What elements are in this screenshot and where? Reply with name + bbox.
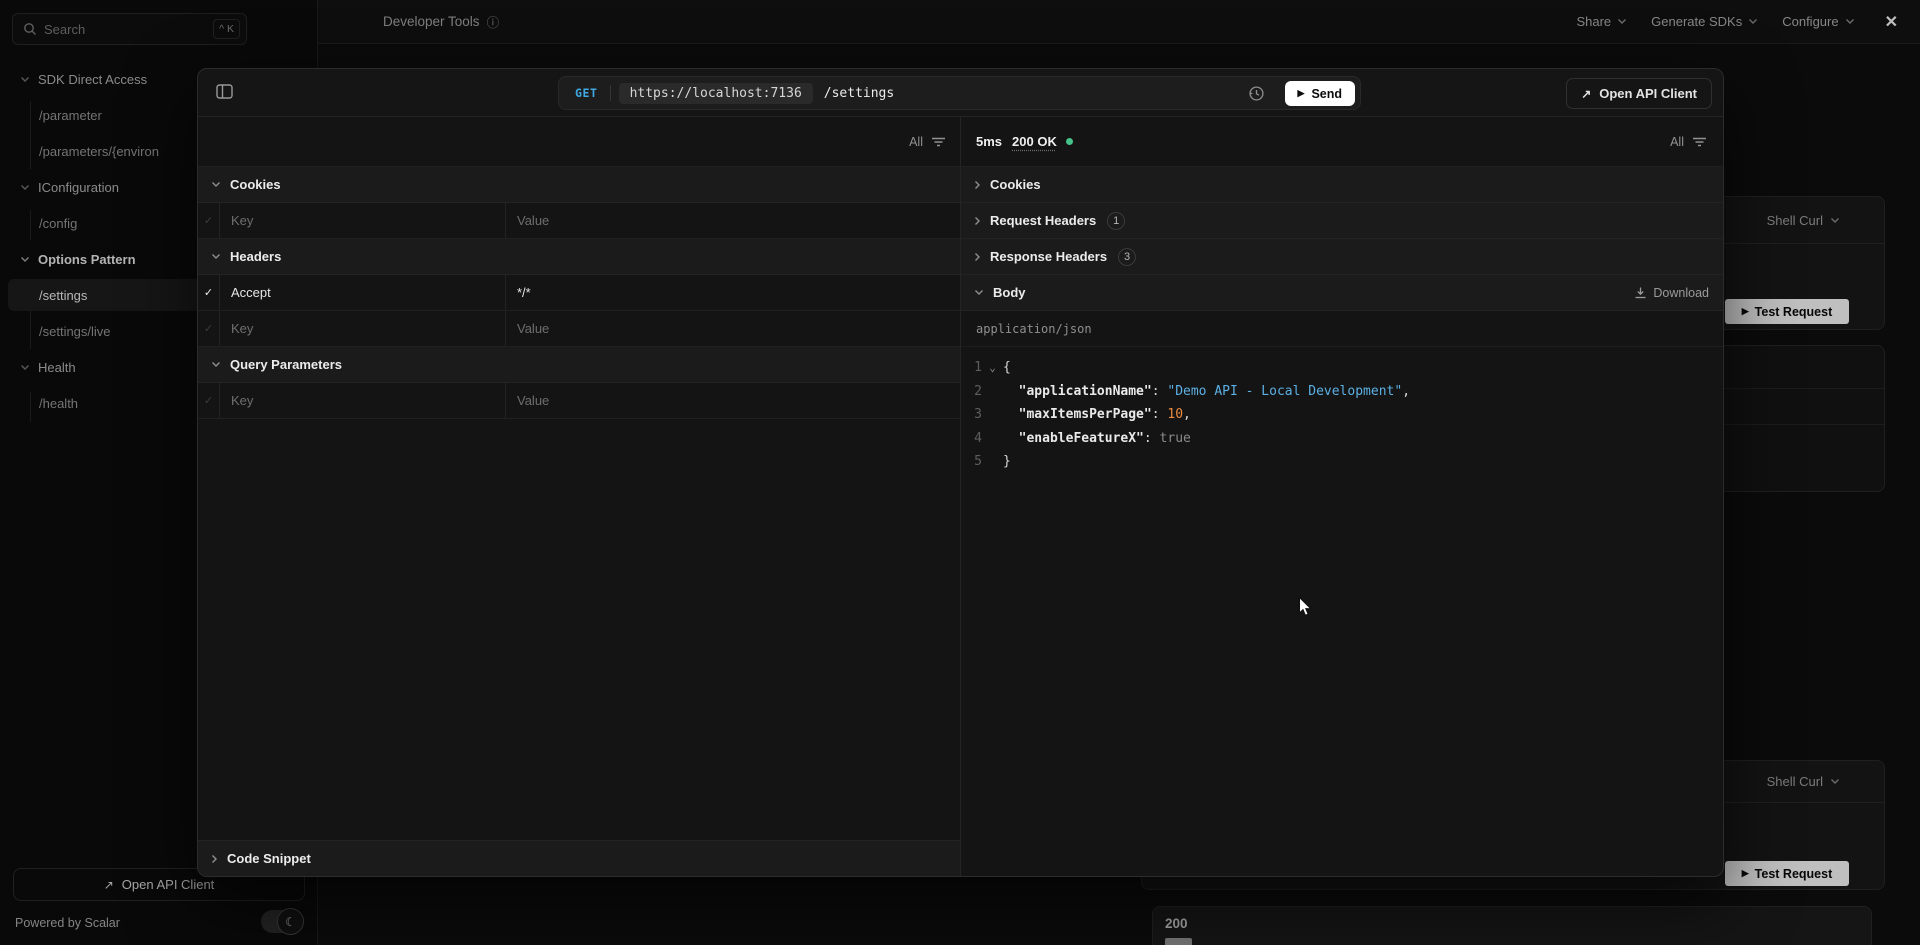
sidebar-toggle-button[interactable] xyxy=(216,84,233,99)
history-button[interactable] xyxy=(1248,85,1265,102)
cookie-value-input[interactable] xyxy=(517,213,960,228)
header-value-input[interactable] xyxy=(517,285,960,300)
chevron-down-icon xyxy=(211,361,221,368)
headers-empty-row: ✓ xyxy=(198,311,960,347)
cookie-key-input[interactable] xyxy=(231,213,505,228)
filter-icon xyxy=(1692,136,1707,148)
play-icon: ▶ xyxy=(1298,88,1305,99)
code-line: 5} xyxy=(967,450,1723,474)
query-params-empty-row: ✓ xyxy=(198,383,960,419)
code-line: 3 "maxItemsPerPage": 10, xyxy=(967,403,1723,427)
request-section-query-parameters[interactable]: Query Parameters xyxy=(198,347,960,383)
header-key-input[interactable] xyxy=(231,321,505,336)
chevron-right-icon xyxy=(974,180,981,190)
row-checkbox-checked[interactable]: ✓ xyxy=(198,275,219,310)
modal-toolbar: GET https://localhost:7136 /settings ▶ S… xyxy=(198,69,1723,117)
response-section-body[interactable]: Body Download xyxy=(961,275,1723,311)
row-checkbox[interactable]: ✓ xyxy=(198,383,219,418)
arrow-up-right-icon: ↗ xyxy=(1581,87,1591,101)
history-clock-icon xyxy=(1248,85,1265,102)
header-key-input[interactable] xyxy=(231,285,505,300)
download-button[interactable]: Download xyxy=(1634,286,1709,300)
filter-icon xyxy=(931,136,946,148)
chevron-right-icon xyxy=(974,216,981,226)
chevron-down-icon xyxy=(211,181,221,188)
request-url-bar[interactable]: GET https://localhost:7136 /settings ▶ S… xyxy=(558,76,1361,110)
cookies-empty-row: ✓ xyxy=(198,203,960,239)
open-api-client-button[interactable]: ↗ Open API Client xyxy=(1566,78,1712,109)
response-status-strip: 5ms 200 OK All xyxy=(961,117,1723,167)
status-success-dot xyxy=(1066,138,1073,145)
request-headers-count-badge: 1 xyxy=(1107,212,1125,230)
response-headers-count-badge: 3 xyxy=(1118,248,1136,266)
base-url-chip[interactable]: https://localhost:7136 xyxy=(619,83,813,104)
request-section-headers[interactable]: Headers xyxy=(198,239,960,275)
fold-chevron-icon[interactable]: ⌄ xyxy=(982,361,1003,374)
mouse-cursor xyxy=(1298,596,1314,617)
response-body-code: 1⌄{2 "applicationName": "Demo API - Loca… xyxy=(961,347,1723,474)
response-section-request-headers[interactable]: Request Headers 1 xyxy=(961,203,1723,239)
response-duration: 5ms xyxy=(976,134,1002,149)
response-filter-control[interactable]: All xyxy=(1670,135,1707,149)
modal-content: All Cookies ✓ Headers xyxy=(198,117,1723,876)
header-accept-row: ✓ xyxy=(198,275,960,311)
code-snippet-section[interactable]: Code Snippet xyxy=(198,840,960,876)
response-panel: 5ms 200 OK All Cookies Request Headers 1 xyxy=(960,117,1723,876)
request-section-cookies[interactable]: Cookies xyxy=(198,167,960,203)
api-client-modal: GET https://localhost:7136 /settings ▶ S… xyxy=(197,68,1724,877)
query-value-input[interactable] xyxy=(517,393,960,408)
chevron-right-icon xyxy=(974,252,981,262)
layout-sidebar-icon xyxy=(216,84,233,99)
response-section-response-headers[interactable]: Response Headers 3 xyxy=(961,239,1723,275)
query-key-input[interactable] xyxy=(231,393,505,408)
response-section-cookies[interactable]: Cookies xyxy=(961,167,1723,203)
request-path[interactable]: /settings xyxy=(824,86,894,101)
code-line: 4 "enableFeatureX": true xyxy=(967,427,1723,451)
row-checkbox[interactable]: ✓ xyxy=(198,311,219,346)
response-content-type: application/json xyxy=(961,311,1723,347)
send-button[interactable]: ▶ Send xyxy=(1285,81,1355,106)
chevron-right-icon xyxy=(211,854,218,864)
code-line: 1⌄{ xyxy=(967,356,1723,380)
http-method-label[interactable]: GET xyxy=(575,86,598,100)
download-icon xyxy=(1634,286,1647,299)
divider xyxy=(610,85,611,101)
request-filter-row: All xyxy=(198,117,960,167)
header-value-input[interactable] xyxy=(517,321,960,336)
code-line: 2 "applicationName": "Demo API - Local D… xyxy=(967,380,1723,404)
screen: Developer Tools ⓘ Share Generate SDKs Co… xyxy=(0,0,1920,945)
row-checkbox[interactable]: ✓ xyxy=(198,203,219,238)
request-filter-control[interactable]: All xyxy=(909,135,946,149)
request-panel: All Cookies ✓ Headers xyxy=(198,117,960,876)
response-status-code[interactable]: 200 OK xyxy=(1012,134,1057,149)
chevron-down-icon xyxy=(974,289,984,296)
chevron-down-icon xyxy=(211,253,221,260)
